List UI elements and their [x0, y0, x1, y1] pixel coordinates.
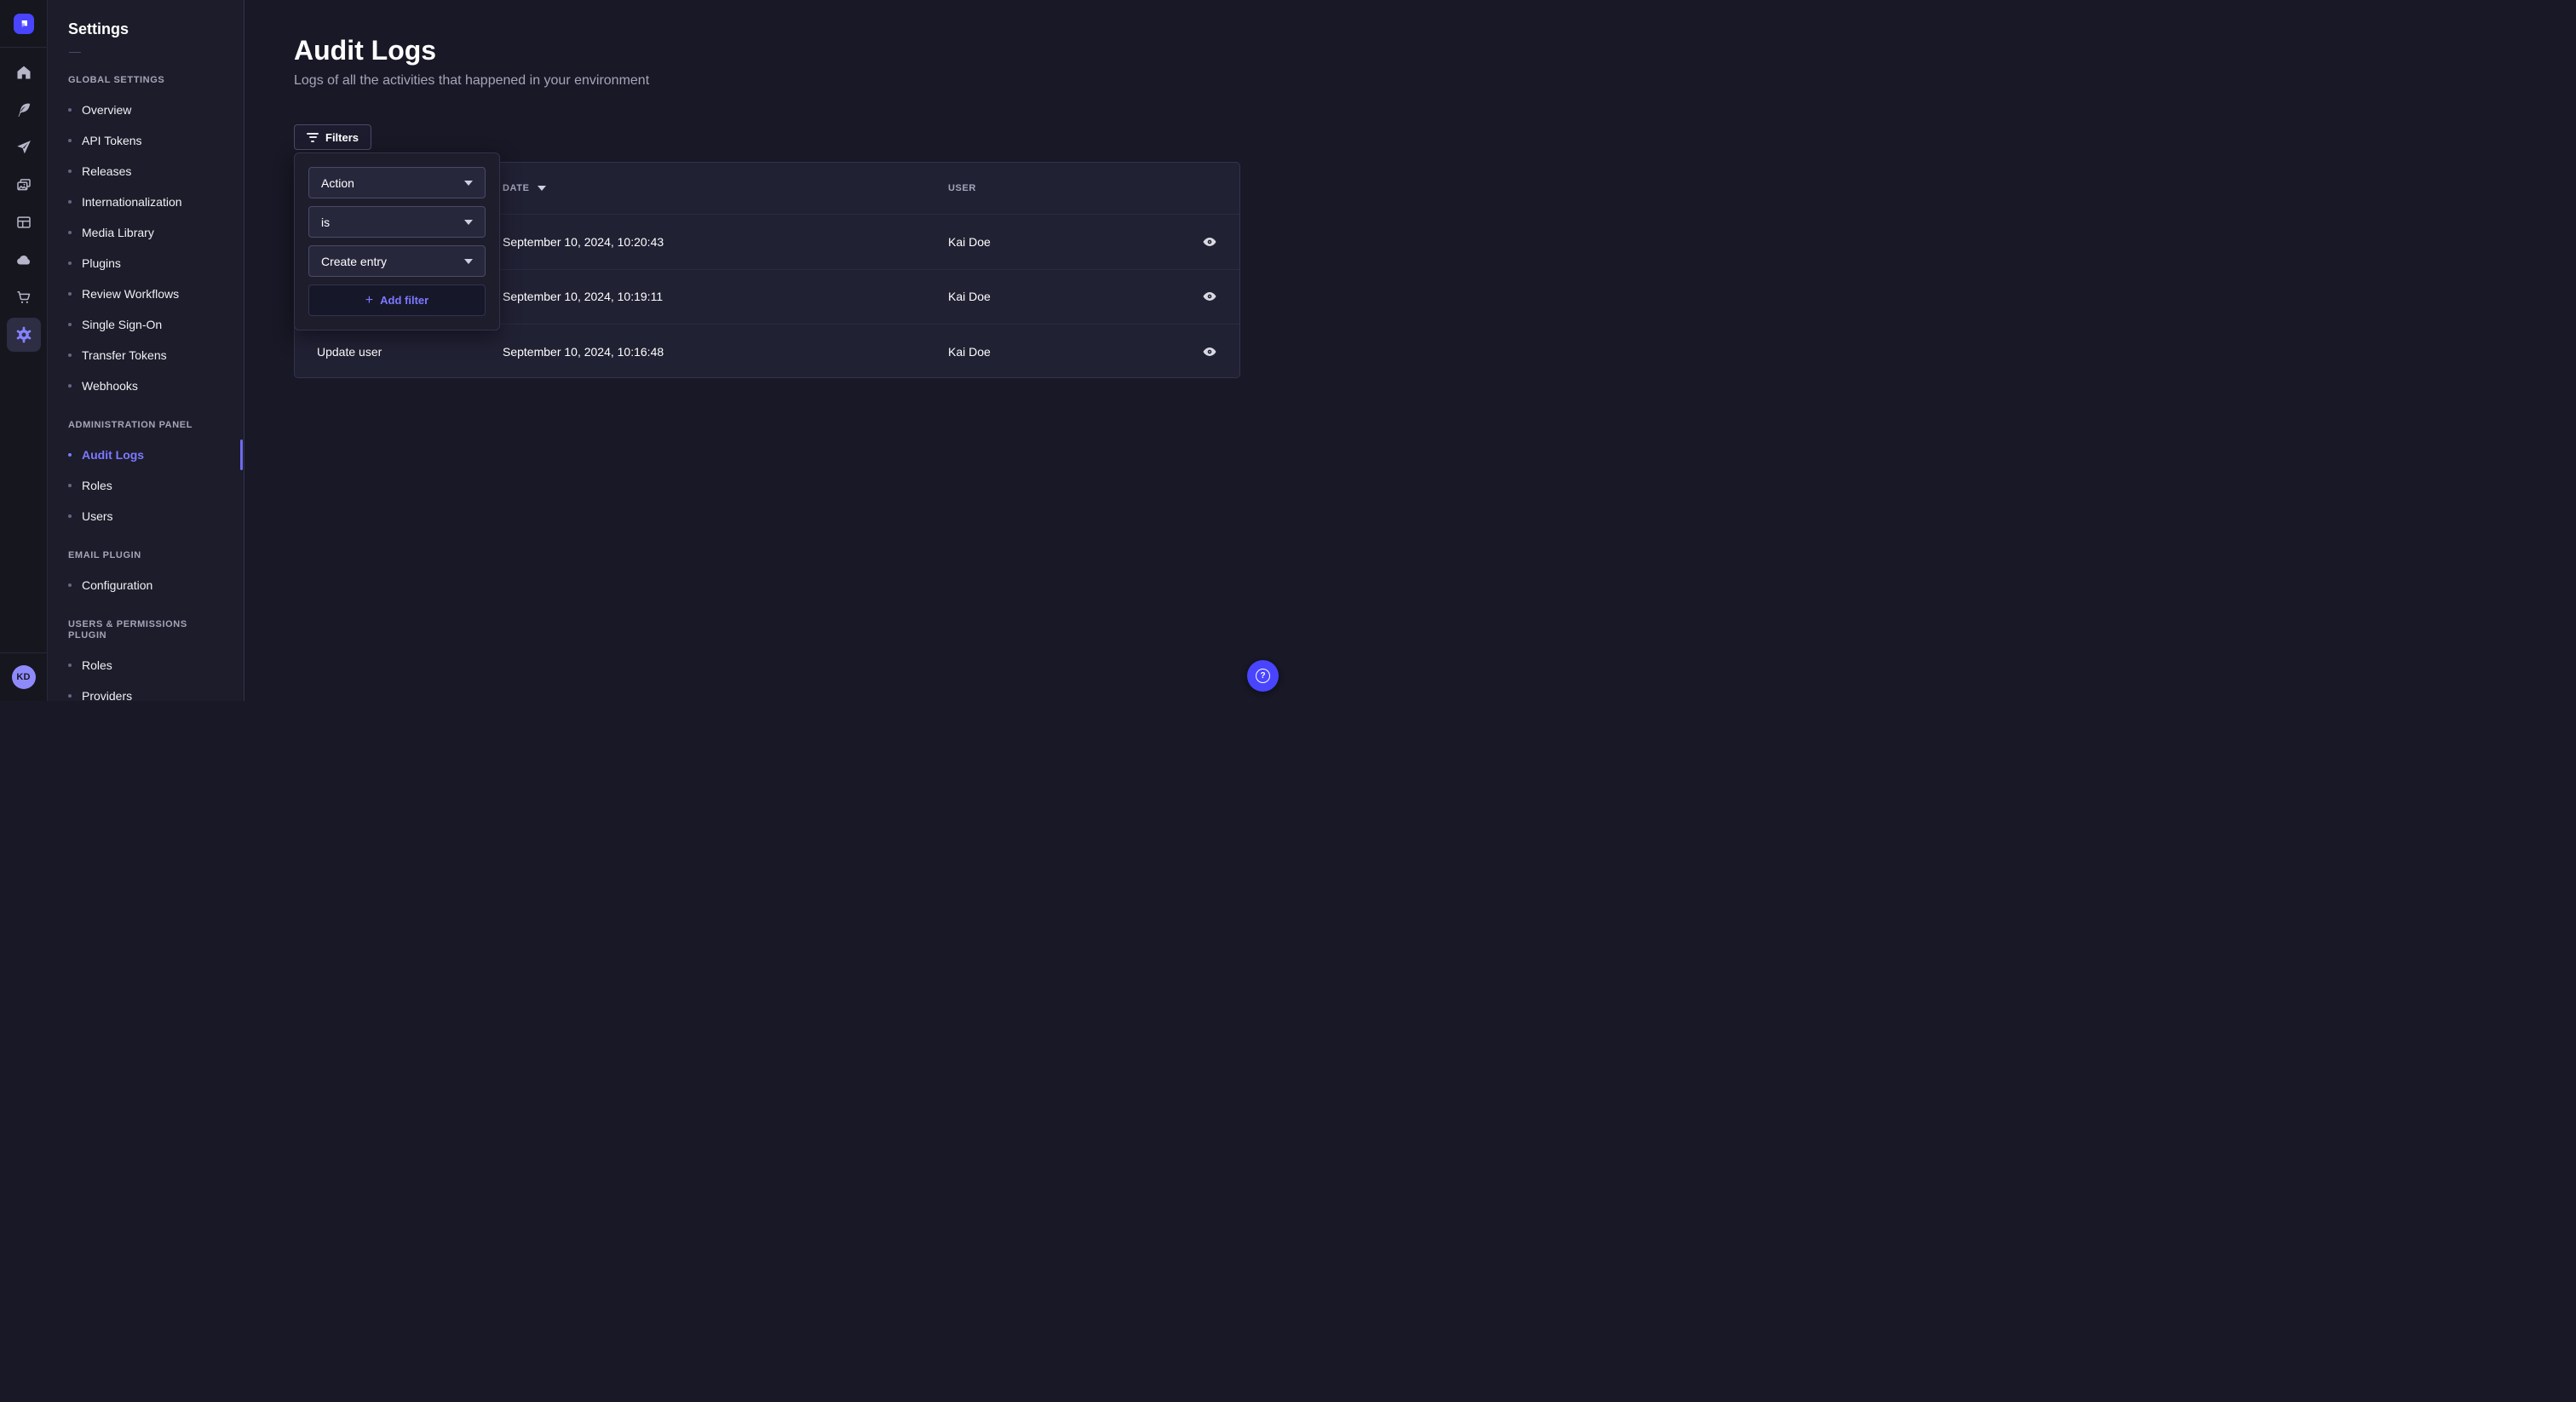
user-avatar[interactable]: KD [12, 665, 36, 689]
sidebar-item-audit-logs[interactable]: Audit Logs [48, 440, 244, 470]
filter-field-select[interactable]: Action [308, 167, 486, 198]
sidebar-item-overview[interactable]: Overview [48, 95, 244, 125]
feather-icon[interactable] [7, 93, 41, 127]
cell-user: Kai Doe [948, 235, 1180, 249]
chevron-down-icon [464, 181, 473, 186]
bullet-icon [68, 200, 72, 204]
chevron-down-icon [464, 220, 473, 225]
section-users-permissions-plugin: USERS & PERMISSIONS PLUGIN Roles Provide… [48, 619, 244, 711]
bullet-icon [68, 664, 72, 667]
filter-value-select[interactable]: Create entry [308, 245, 486, 277]
section-global-settings: GLOBAL SETTINGS Overview API Tokens Rele… [48, 75, 244, 401]
help-button[interactable]: ? [1247, 660, 1279, 692]
settings-sidebar: Settings GLOBAL SETTINGS Overview API To… [48, 0, 244, 701]
bullet-icon [68, 139, 72, 142]
page-subtitle: Logs of all the activities that happened… [294, 73, 649, 89]
filters-button-label: Filters [325, 131, 359, 144]
sidebar-item-review-workflows[interactable]: Review Workflows [48, 279, 244, 309]
section-label: EMAIL PLUGIN [48, 550, 244, 561]
column-header-user: USER [948, 183, 1180, 193]
table-row[interactable]: Update user September 10, 2024, 10:16:48… [295, 324, 1239, 378]
cloud-icon[interactable] [7, 243, 41, 277]
sidebar-item-email-configuration[interactable]: Configuration [48, 570, 244, 600]
sidebar-item-internationalization[interactable]: Internationalization [48, 187, 244, 217]
cell-action: Update user [295, 345, 503, 359]
media-library-icon[interactable] [7, 168, 41, 202]
layout-icon[interactable] [7, 205, 41, 239]
filter-icon [307, 133, 319, 142]
logo-area [0, 0, 47, 48]
cell-date: September 10, 2024, 10:20:43 [503, 235, 948, 249]
sidebar-item-media-library[interactable]: Media Library [48, 217, 244, 248]
page-header: Audit Logs Logs of all the activities th… [294, 34, 649, 89]
add-filter-label: Add filter [380, 294, 428, 307]
main-nav-rail: KD [0, 0, 48, 701]
sidebar-item-up-providers[interactable]: Providers [48, 681, 244, 711]
bullet-icon [68, 292, 72, 296]
sidebar-item-api-tokens[interactable]: API Tokens [48, 125, 244, 156]
column-header-date[interactable]: DATE [503, 183, 948, 193]
sidebar-item-up-roles[interactable]: Roles [48, 650, 244, 681]
bullet-icon [68, 261, 72, 265]
sidebar-title-divider [69, 52, 81, 53]
section-label: USERS & PERMISSIONS PLUGIN [48, 619, 244, 641]
question-mark-icon: ? [1256, 669, 1270, 683]
bullet-icon [68, 694, 72, 698]
bullet-icon [68, 231, 72, 234]
view-details-eye-icon[interactable] [1180, 289, 1239, 304]
main-content: Audit Logs Logs of all the activities th… [245, 0, 1288, 701]
sidebar-item-single-sign-on[interactable]: Single Sign-On [48, 309, 244, 340]
settings-gear-icon[interactable] [7, 318, 41, 352]
chevron-down-icon [464, 259, 473, 264]
settings-nav: GLOBAL SETTINGS Overview API Tokens Rele… [48, 75, 244, 711]
sidebar-item-releases[interactable]: Releases [48, 156, 244, 187]
strapi-logo-icon [17, 17, 31, 31]
sidebar-item-admin-users[interactable]: Users [48, 501, 244, 531]
view-details-eye-icon[interactable] [1180, 344, 1239, 359]
cell-user: Kai Doe [948, 345, 1180, 359]
bullet-icon [68, 108, 72, 112]
view-details-eye-icon[interactable] [1180, 234, 1239, 250]
add-filter-button[interactable]: + Add filter [308, 284, 486, 316]
section-administration-panel: ADMINISTRATION PANEL Audit Logs Roles Us… [48, 420, 244, 531]
home-icon[interactable] [7, 55, 41, 89]
sidebar-title: Settings [68, 20, 223, 38]
sort-desc-icon [538, 186, 546, 191]
filter-popover: Action is Create entry + Add filter [294, 152, 500, 330]
rail-icon-list [0, 48, 47, 352]
bullet-icon [68, 453, 72, 457]
section-label: GLOBAL SETTINGS [48, 75, 244, 86]
cell-date: September 10, 2024, 10:19:11 [503, 290, 948, 303]
bullet-icon [68, 583, 72, 587]
strapi-logo[interactable] [14, 14, 34, 34]
bullet-icon [68, 484, 72, 487]
filters-button[interactable]: Filters [294, 124, 371, 150]
cell-user: Kai Doe [948, 290, 1180, 303]
cell-date: September 10, 2024, 10:16:48 [503, 345, 948, 359]
bullet-icon [68, 384, 72, 388]
paper-plane-icon[interactable] [7, 130, 41, 164]
sidebar-item-transfer-tokens[interactable]: Transfer Tokens [48, 340, 244, 371]
bullet-icon [68, 170, 72, 173]
sidebar-item-admin-roles[interactable]: Roles [48, 470, 244, 501]
cart-icon[interactable] [7, 280, 41, 314]
section-label: ADMINISTRATION PANEL [48, 420, 244, 431]
plus-icon: + [365, 294, 373, 307]
bullet-icon [68, 323, 72, 326]
bullet-icon [68, 353, 72, 357]
sidebar-item-webhooks[interactable]: Webhooks [48, 371, 244, 401]
rail-user-area: KD [0, 652, 47, 701]
bullet-icon [68, 514, 72, 518]
section-email-plugin: EMAIL PLUGIN Configuration [48, 550, 244, 600]
filter-operator-select[interactable]: is [308, 206, 486, 238]
page-title: Audit Logs [294, 34, 649, 66]
sidebar-item-plugins[interactable]: Plugins [48, 248, 244, 279]
